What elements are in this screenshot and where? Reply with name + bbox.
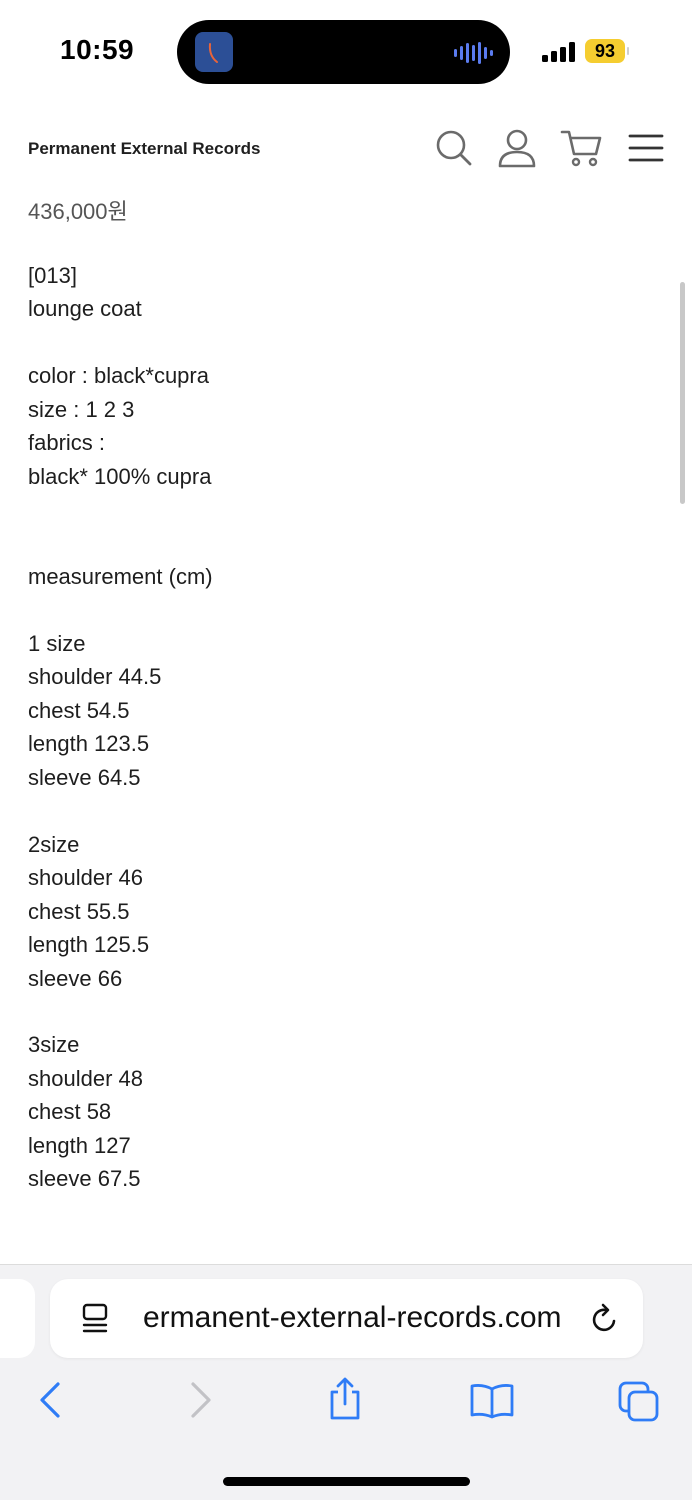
product-size: size : 1 2 3 (28, 397, 135, 422)
page-scrollbar[interactable] (680, 282, 685, 504)
menu-icon[interactable] (628, 132, 664, 164)
search-icon[interactable] (434, 128, 474, 168)
cellular-signal-icon (542, 42, 575, 62)
size3-chest: chest 58 (28, 1099, 112, 1124)
page-menu-icon[interactable] (82, 1303, 108, 1335)
status-time: 10:59 (60, 34, 135, 65)
battery-indicator: 93 (585, 39, 625, 63)
fabrics-label: fabrics : (28, 430, 106, 455)
size3-shoulder: shoulder 48 (28, 1066, 143, 1091)
reload-icon[interactable] (590, 1303, 620, 1335)
measurement-title: measurement (cm) (28, 564, 213, 589)
size2-chest: chest 55.5 (28, 899, 130, 924)
browser-bottom-bar: ermanent-external-records.com (0, 1264, 692, 1500)
previous-tab-preview[interactable] (0, 1279, 35, 1358)
size2-length: length 125.5 (28, 932, 150, 957)
audio-waveform-icon (454, 42, 493, 64)
battery-tip (627, 47, 629, 55)
forward-icon[interactable] (189, 1380, 213, 1420)
island-app-icon (195, 32, 233, 72)
size1-sleeve: sleeve 64.5 (28, 765, 141, 790)
fabrics-value: black* 100% cupra (28, 464, 212, 489)
size1-title: 1 size (28, 631, 86, 656)
product-price: 436,000원 (28, 199, 128, 224)
size1-chest: chest 54.5 (28, 698, 130, 723)
address-bar[interactable]: ermanent-external-records.com (50, 1279, 643, 1358)
cart-icon[interactable] (560, 128, 602, 168)
home-indicator[interactable] (223, 1477, 470, 1486)
size2-shoulder: shoulder 46 (28, 865, 143, 890)
size1-length: length 123.5 (28, 731, 150, 756)
product-name: lounge coat (28, 296, 142, 321)
size1-shoulder: shoulder 44.5 (28, 664, 162, 689)
dynamic-island[interactable] (177, 20, 510, 84)
size3-length: length 127 (28, 1133, 131, 1158)
status-bar: 10:59 93 (0, 0, 692, 100)
account-icon[interactable] (497, 128, 537, 168)
share-icon[interactable] (326, 1376, 364, 1422)
site-brand[interactable]: Permanent External Records (28, 139, 260, 159)
size2-sleeve: sleeve 66 (28, 966, 123, 991)
product-color: color : black*cupra (28, 363, 209, 388)
back-icon[interactable] (38, 1380, 62, 1420)
size3-sleeve: sleeve 67.5 (28, 1166, 141, 1191)
size3-title: 3size (28, 1032, 80, 1057)
bookmarks-icon[interactable] (469, 1383, 515, 1419)
tabs-icon[interactable] (618, 1381, 660, 1423)
size2-title: 2size (28, 832, 80, 857)
product-code: [013] (28, 263, 77, 288)
url-text[interactable]: ermanent-external-records.com (143, 1301, 562, 1335)
